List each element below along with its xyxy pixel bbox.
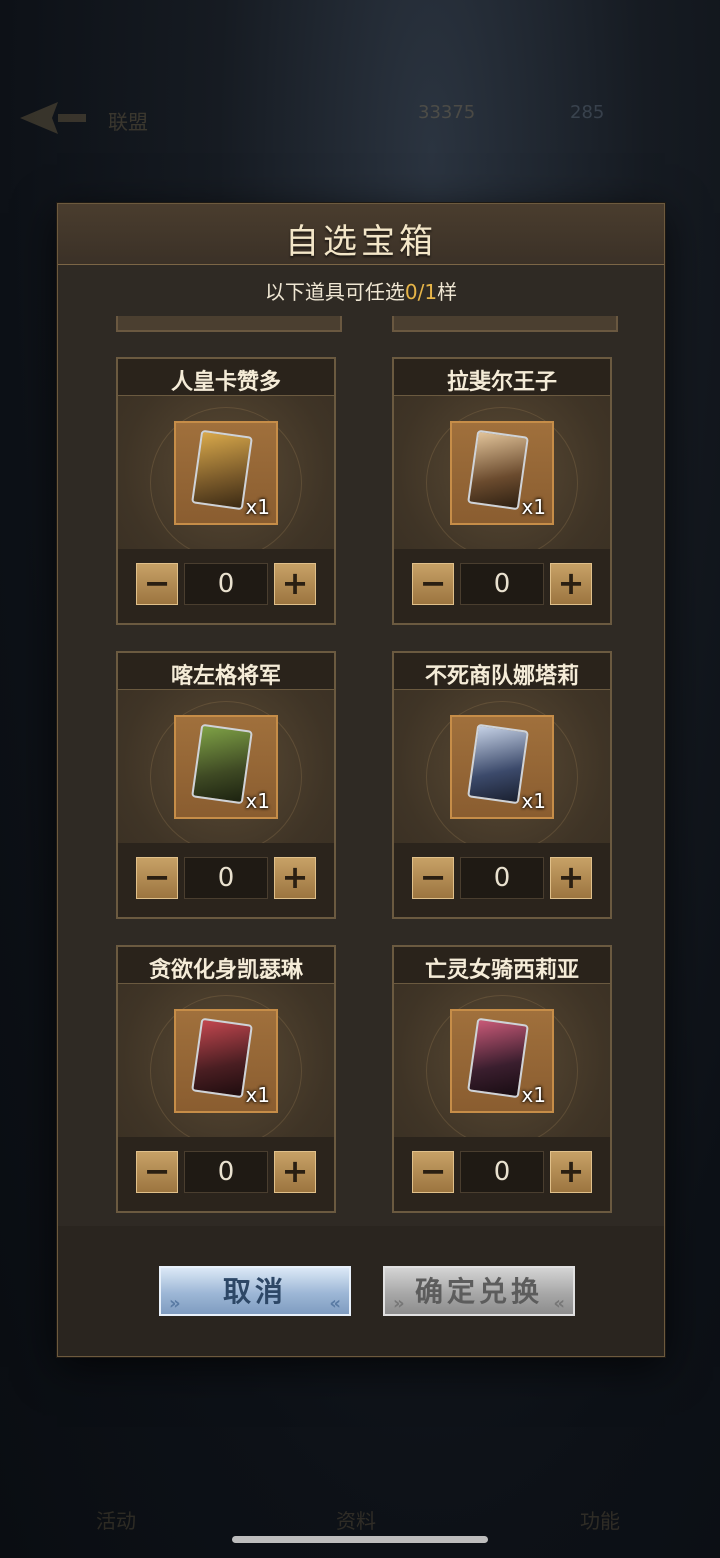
quantity-stepper: − 0 + — [394, 549, 610, 623]
increase-button[interactable]: + — [274, 857, 316, 899]
selection-hint-suffix: 样 — [437, 280, 458, 304]
selection-hint-prefix: 以下道具可任选 — [264, 280, 405, 304]
background-bottom-nav: 活动 资料 功能 — [0, 1495, 720, 1558]
hero-card-icon — [467, 429, 529, 511]
gem-currency: 285 — [570, 102, 605, 123]
previous-card-edge — [116, 316, 342, 332]
item-quantity-badge: x1 — [245, 495, 270, 519]
item-card[interactable]: 贪欲化身凯瑟琳 x1 − 0 + — [116, 945, 336, 1213]
home-indicator[interactable] — [232, 1536, 488, 1543]
item-slot[interactable]: x1 — [174, 421, 278, 525]
nav-item-profile: 资料 — [336, 1509, 376, 1533]
cancel-button-label: 取消 — [222, 1275, 287, 1308]
hero-card-icon — [191, 723, 253, 805]
quantity-stepper: − 0 + — [118, 549, 334, 623]
gold-currency: 33375 — [418, 102, 476, 123]
back-label: 联盟 — [108, 110, 148, 134]
previous-card-edge — [392, 316, 618, 332]
quantity-stepper: − 0 + — [394, 843, 610, 917]
item-quantity-badge: x1 — [521, 789, 546, 813]
nav-item-activity: 活动 — [96, 1509, 136, 1533]
quantity-field[interactable]: 0 — [460, 1151, 544, 1193]
quantity-stepper: − 0 + — [394, 1137, 610, 1211]
dialog-footer: » 取消 « » 确定兑换 « — [58, 1226, 664, 1356]
quantity-stepper: − 0 + — [118, 1137, 334, 1211]
increase-button[interactable]: + — [274, 563, 316, 605]
item-name-bar: 贪欲化身凯瑟琳 — [118, 947, 334, 984]
back-arrow-icon — [20, 102, 86, 134]
item-slot[interactable]: x1 — [450, 421, 554, 525]
hero-card-icon — [467, 1017, 529, 1099]
quantity-field[interactable]: 0 — [184, 1151, 268, 1193]
item-name: 亡灵女骑西莉亚 — [424, 958, 579, 983]
item-card[interactable]: 拉斐尔王子 x1 − 0 + — [392, 357, 612, 625]
item-name-bar: 不死商队娜塔莉 — [394, 653, 610, 690]
selection-hint: 以下道具可任选0/1样 — [58, 276, 664, 305]
item-quantity-badge: x1 — [521, 495, 546, 519]
item-slot[interactable]: x1 — [450, 1009, 554, 1113]
item-card[interactable]: 亡灵女骑西莉亚 x1 − 0 + — [392, 945, 612, 1213]
selection-count: 0/1 — [404, 280, 438, 304]
nav-item-features: 功能 — [580, 1509, 620, 1533]
hero-card-icon — [467, 723, 529, 805]
confirm-button-label: 确定兑换 — [414, 1275, 543, 1308]
confirm-exchange-button[interactable]: » 确定兑换 « — [383, 1266, 575, 1316]
item-slot[interactable]: x1 — [450, 715, 554, 819]
hero-card-icon — [191, 1017, 253, 1099]
chevron-left-icon: « — [553, 1293, 565, 1314]
decrease-button[interactable]: − — [136, 563, 178, 605]
increase-button[interactable]: + — [550, 857, 592, 899]
item-card[interactable]: 喀左格将军 x1 − 0 + — [116, 651, 336, 919]
cancel-button[interactable]: » 取消 « — [159, 1266, 351, 1316]
decrease-button[interactable]: − — [136, 1151, 178, 1193]
increase-button[interactable]: + — [550, 1151, 592, 1193]
decrease-button[interactable]: − — [412, 1151, 454, 1193]
quantity-field[interactable]: 0 — [184, 857, 268, 899]
item-card[interactable]: 不死商队娜塔莉 x1 − 0 + — [392, 651, 612, 919]
increase-button[interactable]: + — [274, 1151, 316, 1193]
chevron-right-icon: » — [393, 1293, 405, 1314]
decrease-button[interactable]: − — [412, 563, 454, 605]
dialog-title: 自选宝箱 — [285, 222, 437, 262]
item-name: 贪欲化身凯瑟琳 — [148, 958, 303, 983]
quantity-field[interactable]: 0 — [184, 563, 268, 605]
hero-card-icon — [191, 429, 253, 511]
choice-chest-dialog: 自选宝箱 以下道具可任选0/1样 人皇卡赞多 x1 − 0 + 拉斐尔王子 x1… — [57, 203, 665, 1357]
quantity-field[interactable]: 0 — [460, 563, 544, 605]
item-name: 喀左格将军 — [170, 664, 281, 689]
item-grid[interactable]: 人皇卡赞多 x1 − 0 + 拉斐尔王子 x1 − 0 + 喀左格将军 x1 −… — [58, 316, 664, 1226]
chevron-right-icon: » — [169, 1293, 181, 1314]
decrease-button[interactable]: − — [136, 857, 178, 899]
item-name: 拉斐尔王子 — [446, 370, 557, 395]
item-name-bar: 喀左格将军 — [118, 653, 334, 690]
item-name: 不死商队娜塔莉 — [424, 664, 579, 689]
item-quantity-badge: x1 — [245, 789, 270, 813]
item-slot[interactable]: x1 — [174, 715, 278, 819]
item-quantity-badge: x1 — [245, 1083, 270, 1107]
quantity-stepper: − 0 + — [118, 843, 334, 917]
item-quantity-badge: x1 — [521, 1083, 546, 1107]
item-slot[interactable]: x1 — [174, 1009, 278, 1113]
decrease-button[interactable]: − — [412, 857, 454, 899]
item-name-bar: 亡灵女骑西莉亚 — [394, 947, 610, 984]
chevron-left-icon: « — [329, 1293, 341, 1314]
item-name: 人皇卡赞多 — [170, 370, 281, 395]
item-card[interactable]: 人皇卡赞多 x1 − 0 + — [116, 357, 336, 625]
item-name-bar: 拉斐尔王子 — [394, 359, 610, 396]
increase-button[interactable]: + — [550, 563, 592, 605]
quantity-field[interactable]: 0 — [460, 857, 544, 899]
dialog-header: 自选宝箱 — [58, 204, 664, 265]
background-top-bar: 联盟 33375 285 — [0, 90, 720, 150]
item-name-bar: 人皇卡赞多 — [118, 359, 334, 396]
